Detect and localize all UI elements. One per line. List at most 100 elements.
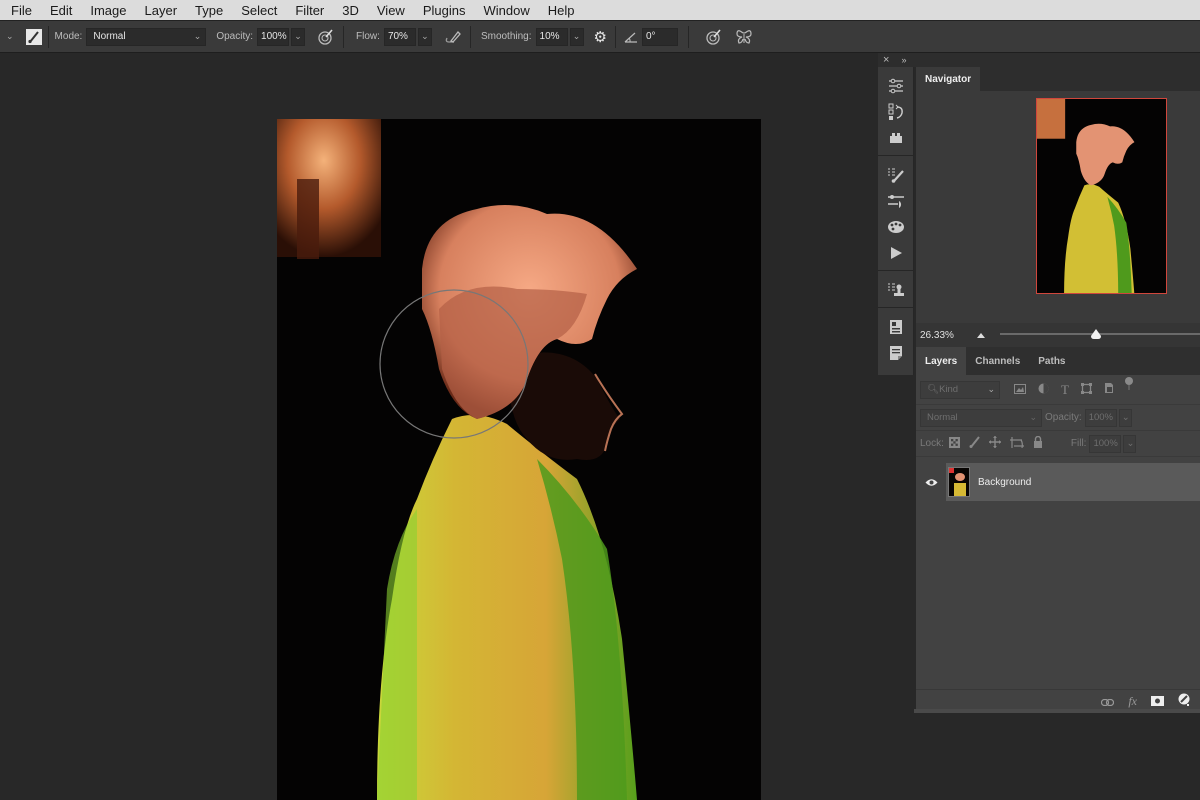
angle-input[interactable]: 0°	[641, 27, 678, 46]
lock-all-icon[interactable]	[1033, 435, 1043, 453]
mode-value: Normal	[93, 31, 126, 42]
symmetry-butterfly-icon[interactable]	[735, 28, 753, 46]
filter-smart-object-icon[interactable]	[1104, 381, 1114, 399]
canvas-image[interactable]	[277, 119, 761, 800]
airbrush-icon[interactable]	[444, 29, 462, 45]
layer-name: Background	[978, 476, 1032, 488]
notes-icon[interactable]	[878, 340, 914, 366]
chevron-down-icon: ⌄	[1029, 412, 1037, 422]
layer-opacity-label: Opacity:	[1045, 412, 1082, 423]
filter-shape-icon[interactable]	[1080, 381, 1092, 399]
opacity-value: 100%	[261, 31, 287, 42]
menu-image[interactable]: Image	[90, 3, 126, 18]
swatches-icon[interactable]	[878, 214, 914, 240]
brush-settings-icon[interactable]	[878, 162, 914, 188]
blend-mode-select[interactable]: Normal ⌄	[920, 408, 1042, 427]
search-icon: 🔍︎	[927, 384, 940, 395]
menu-filter[interactable]: Filter	[295, 3, 324, 18]
lock-label: Lock:	[920, 438, 944, 449]
fx-icon[interactable]: fx	[1128, 694, 1137, 709]
layers-panel: 26.33% Layers Channels Paths 🔍︎Kind ⌄ T …	[916, 323, 1200, 713]
visibility-eye-icon[interactable]	[916, 478, 946, 487]
libraries-icon[interactable]	[878, 314, 914, 340]
lock-image-pixels-icon[interactable]	[969, 435, 980, 453]
chevron-down-icon: ⌄	[193, 31, 202, 41]
menu-type[interactable]: Type	[195, 3, 223, 18]
lock-artboard-icon[interactable]	[1009, 435, 1024, 453]
menu-edit[interactable]: Edit	[50, 3, 72, 18]
filter-kind-value: Kind	[939, 384, 959, 395]
fill-input[interactable]: 100%	[1089, 434, 1122, 453]
flow-value: 70%	[387, 31, 408, 42]
blend-mode-value: Normal	[927, 412, 958, 423]
lock-position-icon[interactable]	[988, 435, 1001, 453]
menu-plugins[interactable]: Plugins	[423, 3, 466, 18]
menu-3d[interactable]: 3D	[342, 3, 359, 18]
filter-pixel-icon[interactable]	[1014, 381, 1026, 399]
layer-list: Background	[916, 463, 1200, 501]
menu-file[interactable]: File	[11, 3, 32, 18]
flow-input[interactable]: 70%	[383, 27, 416, 46]
tab-paths[interactable]: Paths	[1029, 347, 1075, 375]
smoothing-settings-gear-icon[interactable]: ⚙	[594, 28, 607, 46]
filter-type-icon[interactable]: T	[1061, 382, 1069, 398]
adjustment-layer-icon[interactable]	[1178, 693, 1190, 711]
filter-toggle-icon[interactable]	[1124, 376, 1134, 395]
fill-value: 100%	[1093, 438, 1118, 449]
close-dock-icon[interactable]: ×	[883, 54, 889, 66]
tool-preset-chevron-icon[interactable]: ⌄	[6, 31, 14, 42]
flow-dropdown[interactable]: ⌄	[417, 27, 432, 46]
options-bar: ⌄ Mode: Normal ⌄ Opacity: 100% ⌄ Flow: 7…	[0, 20, 1200, 53]
lock-transparent-pixels-icon[interactable]	[948, 435, 960, 453]
pressure-size-icon[interactable]	[705, 28, 723, 46]
angle-icon	[624, 31, 638, 43]
actions-play-icon[interactable]	[878, 240, 914, 266]
mode-select[interactable]: Normal ⌄	[86, 27, 207, 46]
link-layers-icon[interactable]	[1101, 693, 1115, 711]
smoothing-input[interactable]: 10%	[535, 27, 568, 46]
navigator-preview-image	[1037, 99, 1166, 293]
history-icon[interactable]	[878, 99, 914, 125]
portrait-photo	[277, 119, 761, 800]
zoom-slider-thumb[interactable]	[1090, 329, 1102, 340]
brush-tool-icon[interactable]	[25, 28, 42, 45]
properties-icon[interactable]	[878, 73, 914, 99]
zoom-percentage-input[interactable]: 26.33%	[920, 330, 966, 341]
menu-view[interactable]: View	[377, 3, 405, 18]
panel-dock: × » Navigator 26.33% Layers Channels Pat…	[878, 53, 1200, 713]
clone-source-icon[interactable]	[878, 277, 914, 303]
tab-navigator[interactable]: Navigator	[916, 67, 981, 91]
angle-value: 0°	[645, 31, 656, 42]
menu-select[interactable]: Select	[241, 3, 277, 18]
navigator-zoom-row: 26.33%	[916, 323, 1200, 347]
collapse-dock-icon[interactable]: »	[901, 55, 906, 65]
filter-adjustment-icon[interactable]	[1038, 381, 1049, 399]
smoothing-dropdown[interactable]: ⌄	[569, 27, 584, 46]
chevron-down-icon: ⌄	[987, 384, 995, 394]
filter-kind-select[interactable]: 🔍︎Kind ⌄	[920, 380, 1000, 399]
plugins-icon[interactable]	[878, 125, 914, 151]
tab-layers[interactable]: Layers	[916, 347, 967, 375]
layer-opacity-input[interactable]: 100%	[1084, 408, 1117, 427]
zoom-slider[interactable]	[999, 328, 1200, 342]
layer-opacity-dropdown[interactable]: ⌄	[1118, 408, 1132, 427]
layer-row[interactable]: Background	[916, 463, 1200, 501]
menu-window[interactable]: Window	[483, 3, 529, 18]
tab-channels[interactable]: Channels	[966, 347, 1030, 375]
background-lamp	[277, 119, 381, 257]
menu-layer[interactable]: Layer	[145, 3, 178, 18]
flow-label: Flow:	[356, 31, 380, 42]
adjustments-icon[interactable]	[878, 188, 914, 214]
menu-help[interactable]: Help	[548, 3, 575, 18]
pressure-opacity-icon[interactable]	[317, 28, 335, 46]
dock-bottom-edge	[914, 709, 1200, 713]
opacity-dropdown[interactable]: ⌄	[291, 27, 306, 46]
opacity-input[interactable]: 100%	[257, 27, 290, 46]
panel-icon-strip	[878, 67, 914, 375]
layer-row-selected: Background	[946, 463, 1200, 501]
add-mask-icon[interactable]	[1151, 693, 1164, 711]
zoom-out-icon[interactable]	[976, 330, 986, 341]
mode-label: Mode:	[54, 31, 83, 42]
fill-dropdown[interactable]: ⌄	[1123, 434, 1137, 453]
navigator-thumbnail[interactable]	[1036, 98, 1167, 294]
